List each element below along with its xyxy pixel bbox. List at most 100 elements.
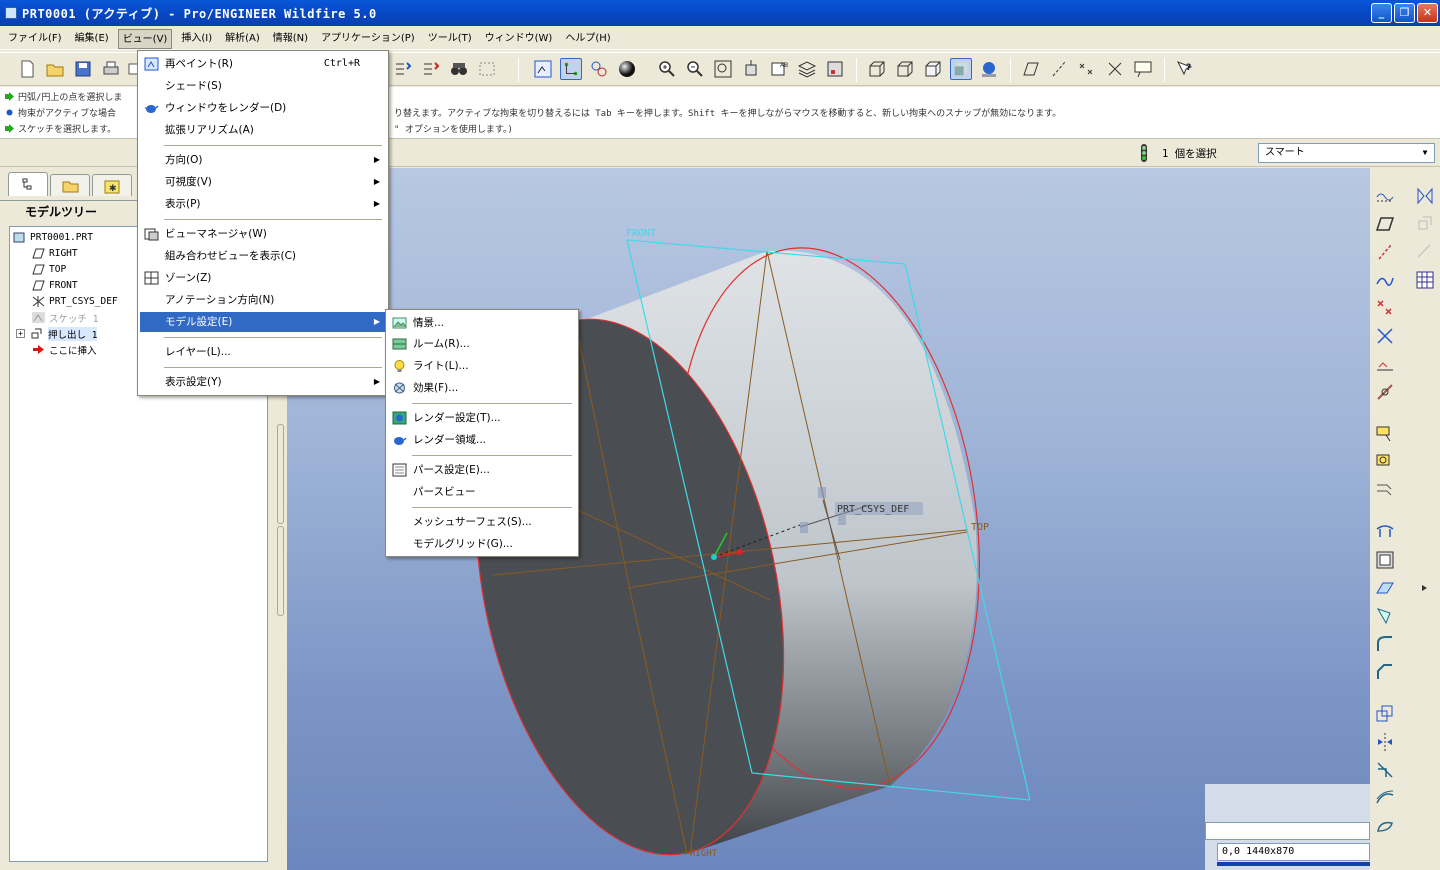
traffic-light-icon[interactable] — [1138, 143, 1150, 163]
annotation-display-icon[interactable] — [1132, 58, 1154, 80]
menu-item-perspective-settings[interactable]: パース設定(E)... — [388, 460, 576, 480]
constraint-display-icon[interactable] — [560, 58, 582, 80]
tree-item-front[interactable]: FRONT — [32, 278, 78, 293]
chamfer-tool-icon[interactable] — [1374, 661, 1396, 683]
rib-tool-icon[interactable] — [1374, 577, 1396, 599]
extrude-tool-icon[interactable] — [1374, 423, 1396, 445]
tree-item-extrude[interactable]: + 押し出し 1 — [16, 326, 98, 341]
tab-model-tree[interactable] — [8, 172, 48, 196]
tree-item-csys[interactable]: PRT_CSYS_DEF — [32, 294, 118, 309]
plane-tool-icon[interactable] — [1374, 213, 1396, 235]
tree-item-sketch[interactable]: スケッチ 1 — [32, 310, 98, 325]
menu-item-combined-views[interactable]: 組み合わせビューを表示(C) — [140, 246, 386, 266]
menu-view[interactable]: ビュー(V) — [117, 28, 173, 49]
menu-item-annotation-orientation[interactable]: アノテーション方向(N) — [140, 290, 386, 310]
csys-tool-icon[interactable] — [1374, 325, 1396, 347]
no-hidden-icon[interactable] — [922, 58, 944, 80]
menu-item-layers[interactable]: レイヤー(L)... — [140, 342, 386, 362]
reorient-icon[interactable] — [740, 58, 762, 80]
copy-tool-icon[interactable] — [1374, 703, 1396, 725]
new-file-icon[interactable] — [16, 58, 38, 80]
mirror-tool-icon[interactable] — [1414, 185, 1436, 207]
datum-axes-icon[interactable] — [1048, 58, 1070, 80]
chevron-down-icon[interactable]: ▼ — [1418, 145, 1432, 161]
select-box-icon[interactable] — [476, 58, 498, 80]
boundary-blend-icon[interactable] — [1374, 787, 1396, 809]
regenerate-icon[interactable] — [392, 58, 414, 80]
tab-folder-browser[interactable] — [50, 174, 90, 196]
shading-mode-icon[interactable] — [950, 58, 972, 80]
menu-item-zone[interactable]: ゾーン(Z) — [140, 268, 386, 288]
tab-favorites[interactable]: ✱ — [92, 174, 132, 196]
menu-tools[interactable]: ツール(T) — [424, 29, 476, 49]
refit-icon[interactable] — [712, 58, 734, 80]
menu-item-render-window[interactable]: ウィンドウをレンダー(D) — [140, 98, 386, 118]
zoom-in-icon[interactable] — [656, 58, 678, 80]
draft-tool-icon[interactable] — [1374, 605, 1396, 627]
saved-views-icon[interactable]: AB — [768, 58, 790, 80]
enhanced-realism-icon[interactable] — [978, 58, 1000, 80]
tree-item-part[interactable]: PRT0001.PRT — [13, 230, 93, 245]
datum-points-icon[interactable] — [1076, 58, 1098, 80]
menu-insert[interactable]: 挿入(I) — [177, 29, 216, 49]
menu-analysis[interactable]: 解析(A) — [221, 29, 264, 49]
tree-item-top[interactable]: TOP — [32, 262, 66, 277]
find-binoculars-icon[interactable] — [448, 58, 470, 80]
menu-info[interactable]: 情報(N) — [269, 29, 312, 49]
datum-planes-icon[interactable] — [1020, 58, 1042, 80]
mirror-feature-icon[interactable] — [1374, 731, 1396, 753]
minimize-button[interactable]: _ — [1371, 3, 1392, 23]
menu-item-visibility[interactable]: 可視度(V) ▶ — [140, 172, 386, 192]
wireframe-icon[interactable] — [866, 58, 888, 80]
menu-edit[interactable]: 編集(E) — [71, 29, 113, 49]
menu-item-scene[interactable]: 情景... — [388, 313, 576, 333]
menu-item-shade[interactable]: シェード(S) — [140, 76, 386, 96]
menu-item-perspective-view[interactable]: パースビュー — [388, 482, 576, 502]
menu-item-render-setup[interactable]: レンダー設定(T)... — [388, 408, 576, 428]
merge-tool-icon[interactable] — [1414, 213, 1436, 235]
menu-item-orientation[interactable]: 方向(O) ▶ — [140, 150, 386, 170]
sweep-tool-icon[interactable] — [1374, 479, 1396, 501]
menu-help[interactable]: ヘルプ(H) — [561, 29, 614, 49]
pattern-tool-icon[interactable] — [1414, 269, 1436, 291]
coordinate-input[interactable] — [1205, 822, 1370, 840]
tree-item-insert-here[interactable]: ここに挿入 — [32, 342, 97, 357]
menu-file[interactable]: ファイル(F) — [4, 29, 66, 49]
menu-item-effects[interactable]: 効果(F)... — [388, 378, 576, 398]
zoom-out-icon[interactable] — [684, 58, 706, 80]
warp-tool-icon[interactable] — [1374, 759, 1396, 781]
menu-item-model-grid[interactable]: モデルグリッド(G)... — [388, 534, 576, 554]
selection-filter-dropdown[interactable]: スマート ▼ — [1258, 143, 1435, 163]
coord-sys-display-icon[interactable] — [1104, 58, 1126, 80]
menu-item-display-settings[interactable]: 表示設定(Y) ▶ — [140, 372, 386, 392]
menu-item-model-setup[interactable]: モデル設定(E) ▶ — [140, 312, 386, 332]
menu-item-mesh-surface[interactable]: メッシュサーフェス(S)... — [388, 512, 576, 532]
menu-window[interactable]: ウィンドウ(W) — [481, 29, 557, 49]
more-arrow-icon[interactable] — [1414, 577, 1436, 599]
axis-tool-icon[interactable] — [1374, 241, 1396, 263]
open-folder-icon[interactable] — [44, 58, 66, 80]
sketch-view-icon[interactable] — [532, 58, 554, 80]
reference-tool-icon[interactable] — [1374, 381, 1396, 403]
curve-tool-icon[interactable] — [1374, 269, 1396, 291]
vertex-display-icon[interactable] — [588, 58, 610, 80]
menu-item-render-region[interactable]: レンダー領域... — [388, 430, 576, 450]
menu-item-repaint[interactable]: 再ペイント(R) Ctrl+R — [140, 54, 386, 74]
datum-tool-icon[interactable] — [1374, 185, 1396, 207]
style-tool-icon[interactable] — [1374, 815, 1396, 837]
shell-tool-icon[interactable] — [1374, 549, 1396, 571]
hidden-line-icon[interactable] — [894, 58, 916, 80]
menu-item-display[interactable]: 表示(P) ▶ — [140, 194, 386, 214]
regen-manager-icon[interactable] — [420, 58, 442, 80]
restore-button[interactable]: ❐ — [1394, 3, 1415, 23]
revolve-tool-icon[interactable] — [1374, 451, 1396, 473]
print-icon[interactable] — [100, 58, 122, 80]
context-help-icon[interactable]: ? — [1174, 58, 1196, 80]
appearance-icon[interactable] — [824, 58, 846, 80]
menu-item-room[interactable]: ルーム(R)... — [388, 334, 576, 354]
expand-toggle[interactable]: + — [16, 329, 25, 338]
close-button[interactable]: ✕ — [1417, 3, 1438, 23]
point-tool-icon[interactable] — [1374, 297, 1396, 319]
menu-item-lights[interactable]: ライト(L)... — [388, 356, 576, 376]
hole-tool-icon[interactable] — [1374, 521, 1396, 543]
